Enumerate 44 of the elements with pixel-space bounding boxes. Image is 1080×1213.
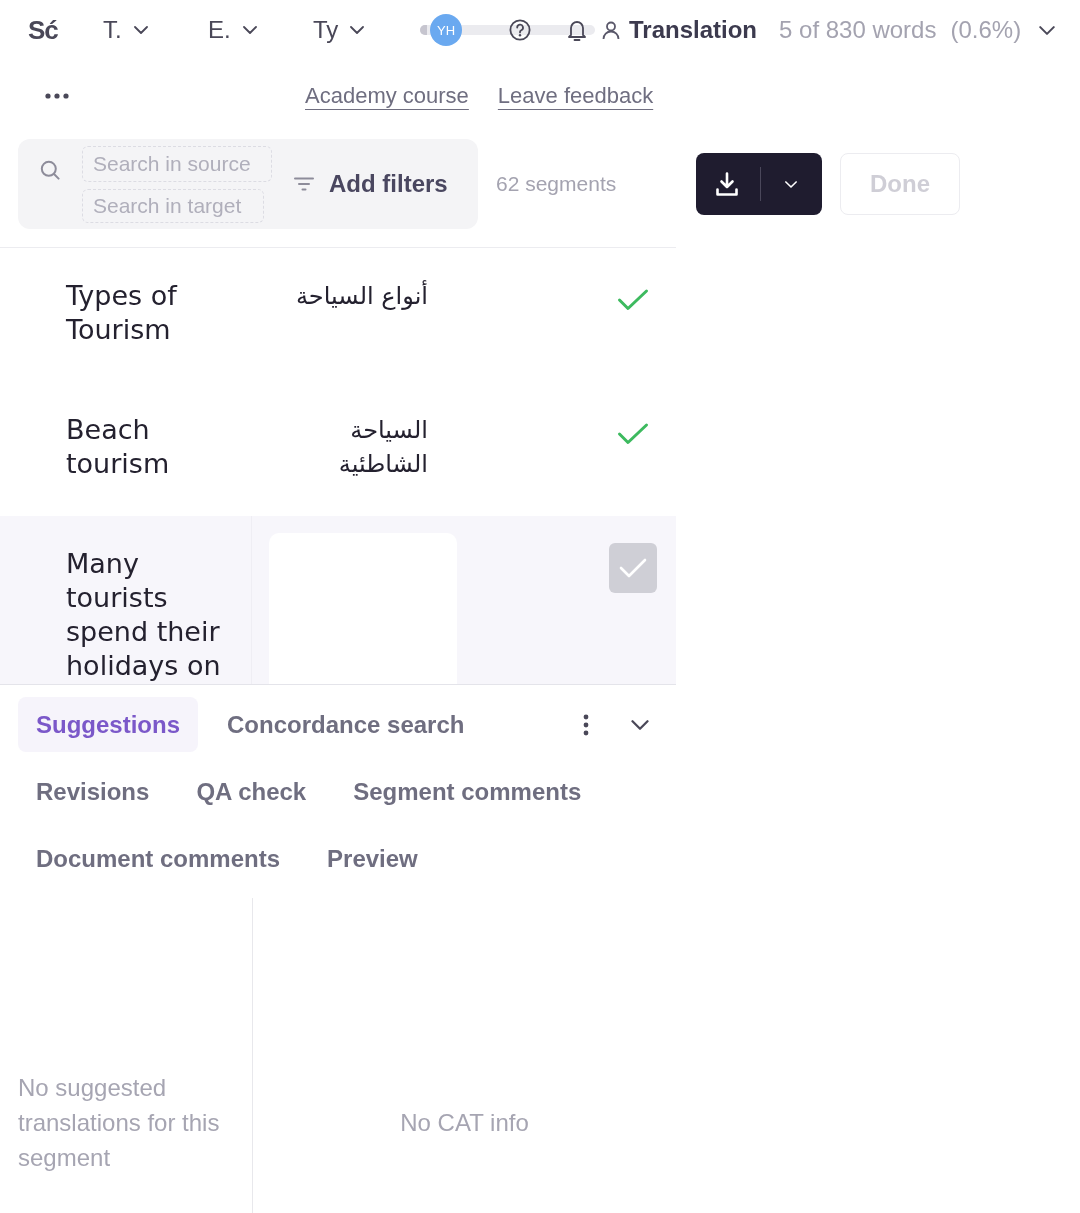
segment-row[interactable]: Many tourists spend their holidays on [0, 516, 676, 684]
panel-tab[interactable]: Segment comments [335, 764, 600, 819]
menu-dropdown[interactable]: Ty [313, 16, 365, 44]
caret-icon [242, 26, 257, 34]
search-field[interactable]: Search in source [82, 145, 272, 182]
help-icon[interactable] [509, 19, 531, 41]
text-link[interactable]: Leave feedback [497, 83, 654, 109]
add-filters-button[interactable]: Add filters [294, 170, 448, 198]
menu-dropdown[interactable]: E. [208, 16, 257, 44]
check-icon [619, 558, 647, 578]
panel-tab[interactable]: QA check [178, 764, 325, 819]
kebab-menu-icon[interactable] [583, 713, 589, 736]
source-text: Beach tourism [66, 413, 171, 481]
empty-message: No suggested translations for this segment [18, 1073, 221, 1173]
caret-icon[interactable] [631, 719, 649, 730]
download-icon[interactable] [714, 171, 740, 197]
stage-title: Translation [629, 16, 758, 44]
caret-icon [350, 26, 365, 34]
caret-icon [133, 26, 148, 34]
target-text: السياحة الشاطئية [337, 415, 428, 480]
panel-tab[interactable]: Suggestions [18, 697, 198, 752]
segment-count: 62 segments [496, 172, 617, 196]
filter-icon [294, 177, 314, 191]
panel-tab[interactable]: Concordance search [209, 697, 483, 752]
person-icon[interactable] [601, 20, 621, 40]
menu-dropdown[interactable]: T. [103, 16, 148, 44]
source-text: Many tourists spend their holidays on [66, 547, 222, 683]
search-field[interactable]: Search in target [82, 188, 264, 223]
more-icon[interactable] [45, 93, 69, 99]
bell-icon[interactable] [566, 18, 588, 42]
app-logo[interactable]: Sć [28, 14, 58, 46]
target-text: أنواع السياحة [296, 279, 428, 312]
translation-field[interactable] [269, 533, 457, 684]
source-text: Types of Tourism [66, 279, 179, 347]
panel-tab[interactable]: Document comments [18, 831, 299, 886]
percent-label: (0.6%) [950, 16, 1022, 44]
caret-icon[interactable] [1039, 25, 1056, 35]
panel-tab[interactable]: Revisions [18, 764, 168, 819]
panel-tab[interactable]: Preview [309, 831, 436, 886]
empty-message: No CAT info [400, 1108, 529, 1138]
word-count: 5 of 830 words [779, 16, 937, 44]
download-split-button[interactable] [696, 153, 822, 215]
text-link[interactable]: Academy course [305, 83, 469, 109]
search-icon [40, 160, 60, 180]
